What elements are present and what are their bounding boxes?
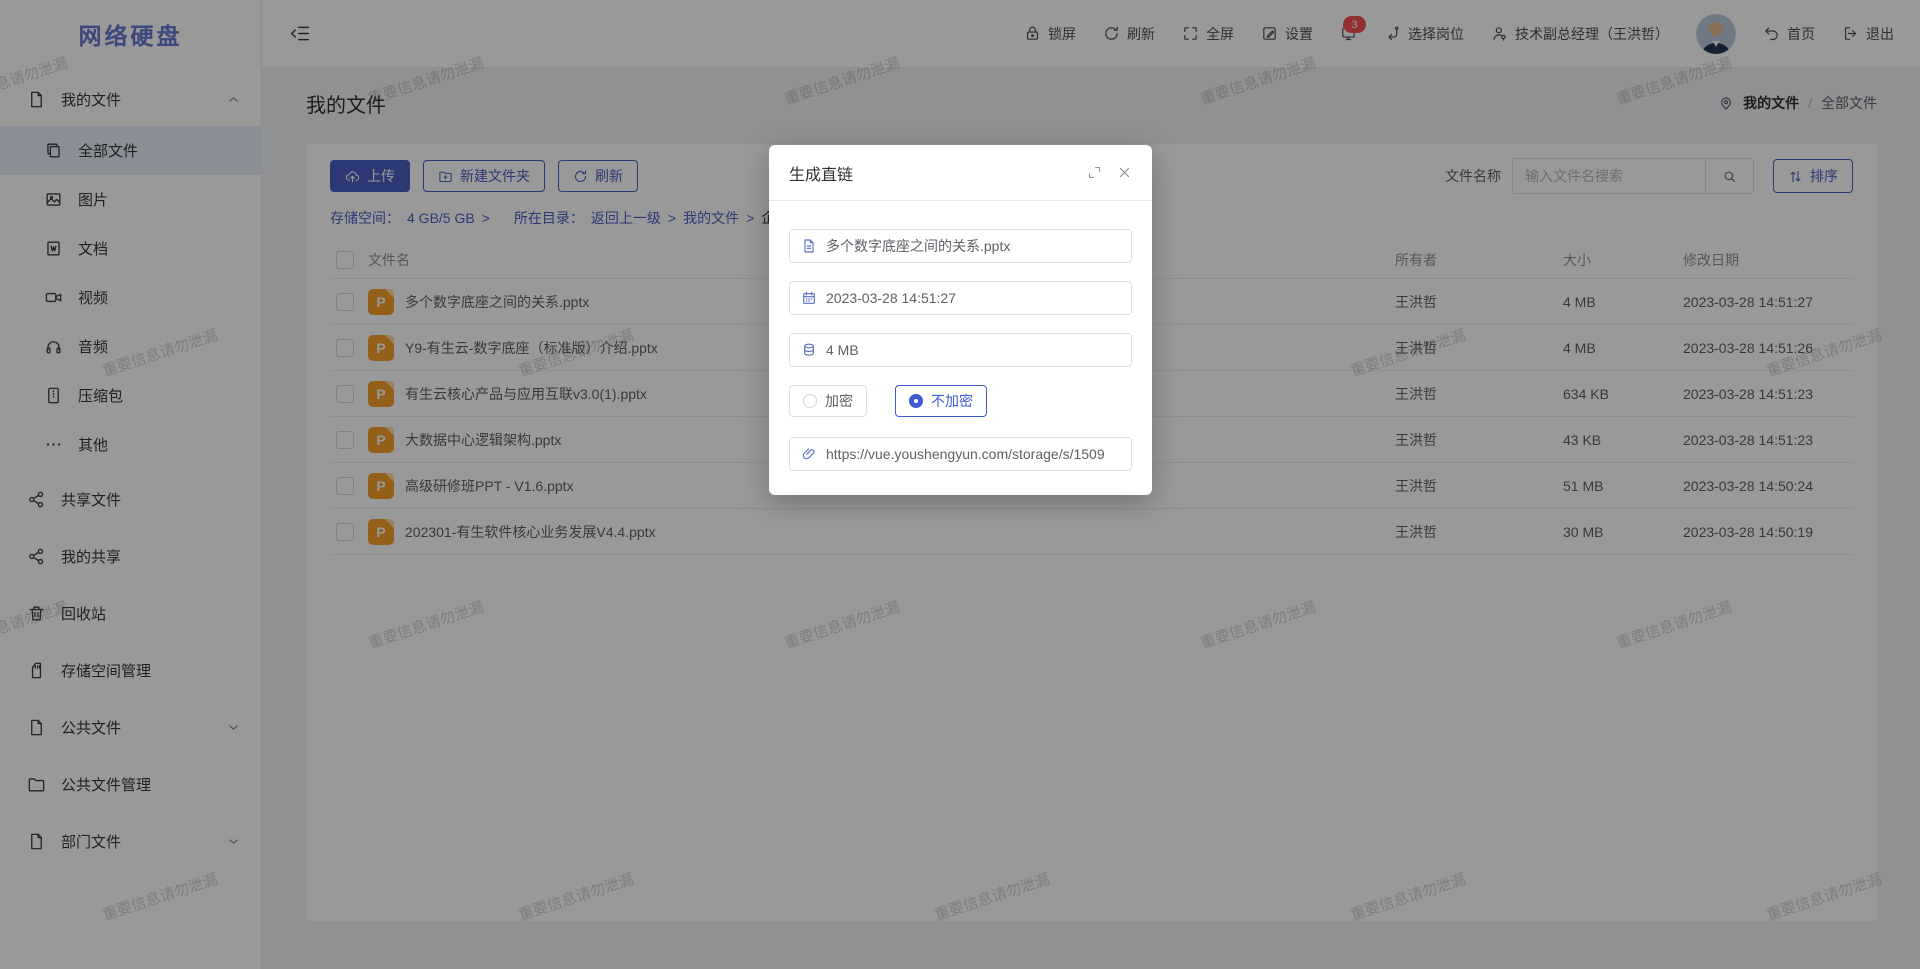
document-icon <box>801 238 817 254</box>
modified-time-field[interactable]: 2023-03-28 14:51:27 <box>789 281 1132 315</box>
close-icon[interactable] <box>1117 165 1132 180</box>
encrypt-options: 加密 不加密 <box>789 385 1132 417</box>
database-icon <box>801 342 817 358</box>
radio-dot <box>803 394 817 408</box>
dialog-body: 多个数字底座之间的关系.pptx 2023-03-28 14:51:27 4 M… <box>769 201 1152 495</box>
radio-encrypt[interactable]: 加密 <box>789 385 867 417</box>
dialog-header: 生成直链 <box>769 145 1152 201</box>
app-window: 网络硬盘 我的文件全部文件图片文档视频音频压缩包其他共享文件我的共享回收站存储空… <box>0 0 1920 969</box>
direct-link-field[interactable]: https://vue.youshengyun.com/storage/s/15… <box>789 437 1132 471</box>
paperclip-icon <box>801 446 817 462</box>
file-name-field[interactable]: 多个数字底座之间的关系.pptx <box>789 229 1132 263</box>
generate-link-dialog: 生成直链 多个数字底座之间的关系.pptx 2023-03-28 14:51:2… <box>769 145 1152 495</box>
maximize-icon[interactable] <box>1087 165 1102 180</box>
file-size-field[interactable]: 4 MB <box>789 333 1132 367</box>
radio-dot-selected <box>909 394 923 408</box>
dialog-title: 生成直链 <box>789 161 853 185</box>
radio-no-encrypt[interactable]: 不加密 <box>895 385 987 417</box>
calendar-icon <box>801 290 817 306</box>
